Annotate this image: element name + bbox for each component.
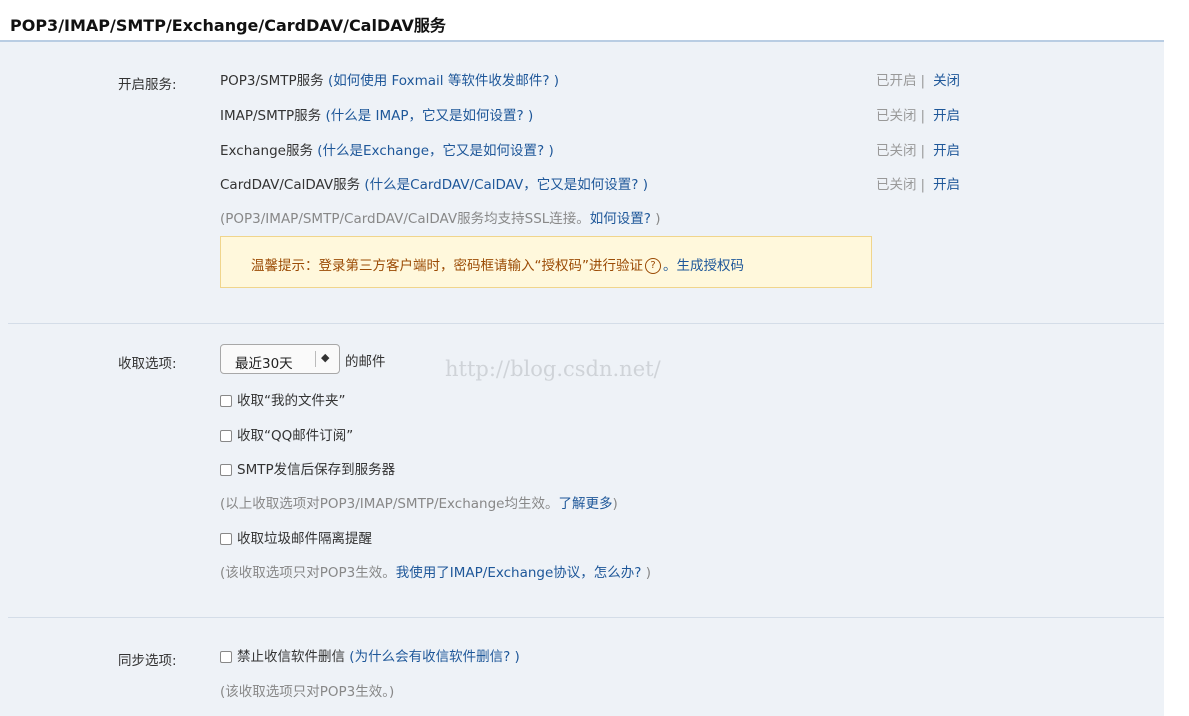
- sync-help-link[interactable]: (为什么会有收信软件删信? ): [349, 649, 520, 665]
- service-status-pop3: 已开启 | 关闭: [876, 69, 960, 89]
- service-row-imap: IMAP/SMTP服务 (什么是 IMAP，它又是如何设置? ): [220, 104, 533, 124]
- option-label: 禁止收信软件删信: [237, 649, 345, 665]
- range-select-value: 最近30天: [235, 356, 293, 372]
- sync-note: (该收取选项只对POP3生效。): [220, 684, 395, 700]
- service-name: IMAP/SMTP服务: [220, 108, 322, 124]
- receive-label: 收取选项:: [118, 356, 177, 372]
- ssl-note-text: (POP3/IMAP/SMTP/CardDAV/CalDAV服务均支持SSL连接…: [220, 211, 590, 227]
- service-status-exchange: 已关闭 | 开启: [876, 139, 960, 159]
- ssl-note: (POP3/IMAP/SMTP/CardDAV/CalDAV服务均支持SSL连接…: [220, 207, 661, 227]
- tip-text-line: 温馨提示：登录第三方客户端时，密码框请输入“授权码”进行验证? 。生成授权码: [251, 254, 744, 274]
- receive-note-end: ): [612, 496, 618, 512]
- separator: |: [920, 177, 926, 193]
- option-row-spam: 收取垃圾邮件隔离提醒: [220, 527, 372, 547]
- status-text: 已关闭: [876, 177, 917, 193]
- chevron-updown-icon: ◆: [321, 351, 330, 364]
- help-circle-icon[interactable]: ?: [645, 258, 661, 274]
- service-help-link[interactable]: (什么是CardDAV/CalDAV，它又是如何设置? ): [364, 177, 648, 193]
- service-row-exchange: Exchange服务 (什么是Exchange，它又是如何设置? ): [220, 139, 554, 159]
- watermark: http://blog.csdn.net/: [445, 357, 661, 381]
- service-row-carddav: CardDAV/CalDAV服务 (什么是CardDAV/CalDAV，它又是如…: [220, 173, 648, 193]
- receive-note-end: ): [641, 565, 652, 581]
- service-row-pop3: POP3/SMTP服务 (如何使用 Foxmail 等软件收发邮件? ): [220, 69, 559, 89]
- option-row-my-folders: 收取“我的文件夹”: [220, 389, 346, 409]
- status-text: 已关闭: [876, 108, 917, 124]
- tip-box: 温馨提示：登录第三方客户端时，密码框请输入“授权码”进行验证? 。生成授权码: [220, 236, 872, 288]
- services-label: 开启服务:: [118, 77, 177, 93]
- service-status-imap: 已关闭 | 开启: [876, 104, 960, 124]
- smtp-save-checkbox[interactable]: [220, 464, 232, 476]
- separator: |: [920, 73, 926, 89]
- qq-subscribe-checkbox[interactable]: [220, 430, 232, 442]
- learn-more-link[interactable]: 了解更多: [558, 496, 612, 512]
- toggle-service-button[interactable]: 关闭: [933, 73, 960, 89]
- option-label: 收取“我的文件夹”: [237, 393, 346, 409]
- range-suffix: 的邮件: [345, 354, 386, 370]
- service-help-link[interactable]: (什么是Exchange，它又是如何设置? ): [317, 143, 553, 159]
- ssl-note-end: ): [650, 211, 661, 227]
- option-label: 收取“QQ邮件订阅”: [237, 428, 354, 444]
- service-help-link[interactable]: (如何使用 Foxmail 等软件收发邮件? ): [328, 73, 559, 89]
- header-bar: POP3/IMAP/SMTP/Exchange/CardDAV/CalDAV服务: [0, 0, 1164, 42]
- service-status-carddav: 已关闭 | 开启: [876, 173, 960, 193]
- separator: |: [920, 143, 926, 159]
- option-row-qq-subscribe: 收取“QQ邮件订阅”: [220, 424, 353, 444]
- toggle-service-button[interactable]: 开启: [933, 177, 960, 193]
- option-label: 收取垃圾邮件隔离提醒: [237, 531, 372, 547]
- ssl-setup-link[interactable]: 如何设置?: [590, 211, 651, 227]
- generate-auth-code-link[interactable]: 。生成授权码: [663, 258, 744, 274]
- select-divider: [315, 351, 316, 367]
- spam-reminder-checkbox[interactable]: [220, 533, 232, 545]
- receive-note-2: (该收取选项只对POP3生效。我使用了IMAP/Exchange协议，怎么办? …: [220, 561, 651, 581]
- sync-label: 同步选项:: [118, 653, 177, 669]
- page-title: POP3/IMAP/SMTP/Exchange/CardDAV/CalDAV服务: [10, 16, 446, 35]
- service-help-link[interactable]: (什么是 IMAP，它又是如何设置? ): [325, 108, 533, 124]
- sync-option-row: 禁止收信软件删信 (为什么会有收信软件删信? ): [220, 645, 520, 665]
- imap-exchange-help-link[interactable]: 我使用了IMAP/Exchange协议，怎么办?: [396, 565, 642, 581]
- status-text: 已关闭: [876, 143, 917, 159]
- service-name: POP3/SMTP服务: [220, 73, 324, 89]
- option-label: SMTP发信后保存到服务器: [237, 462, 396, 478]
- receive-note-text: (该收取选项只对POP3生效。: [220, 565, 396, 581]
- separator: |: [920, 108, 926, 124]
- toggle-service-button[interactable]: 开启: [933, 108, 960, 124]
- block-client-delete-checkbox[interactable]: [220, 651, 232, 663]
- my-folders-checkbox[interactable]: [220, 395, 232, 407]
- service-name: Exchange服务: [220, 143, 313, 159]
- status-text: 已开启: [876, 73, 917, 89]
- tip-text: 温馨提示：登录第三方客户端时，密码框请输入“授权码”进行验证: [251, 258, 643, 274]
- option-row-smtp-save: SMTP发信后保存到服务器: [220, 458, 395, 478]
- receive-note-text: (以上收取选项对POP3/IMAP/SMTP/Exchange均生效。: [220, 496, 559, 512]
- service-name: CardDAV/CalDAV服务: [220, 177, 361, 193]
- section-divider: [8, 617, 1164, 618]
- settings-panel: POP3/IMAP/SMTP/Exchange/CardDAV/CalDAV服务…: [0, 0, 1164, 716]
- toggle-service-button[interactable]: 开启: [933, 143, 960, 159]
- receive-note-1: (以上收取选项对POP3/IMAP/SMTP/Exchange均生效。了解更多): [220, 492, 618, 512]
- section-divider: [8, 323, 1164, 324]
- range-select[interactable]: 最近30天 ◆: [220, 344, 340, 374]
